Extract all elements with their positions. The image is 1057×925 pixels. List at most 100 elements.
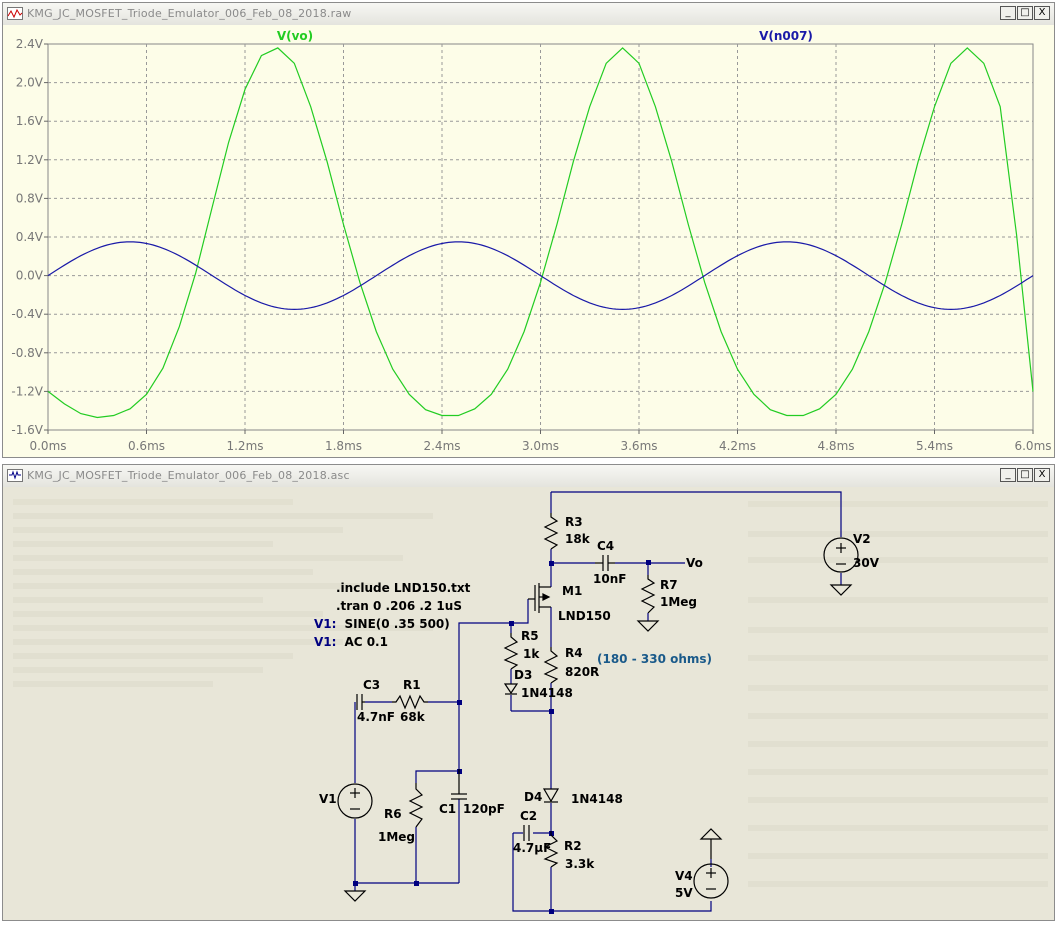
schematic-canvas[interactable]: R3 18k C4 10nF Vo R7 1Meg V2 30V M1 LND1… (3, 487, 1054, 920)
label-r1-ref: R1 (403, 678, 421, 692)
waveform-window-title: KMG_JC_MOSFET_Triode_Emulator_006_Feb_08… (27, 7, 352, 20)
label-c1-ref: C1 (439, 802, 456, 816)
directive-include[interactable]: .include LND150.txt (336, 581, 471, 595)
resistor-r5[interactable] (503, 633, 519, 670)
label-r5-ref: R5 (521, 629, 539, 643)
label-r3-value: 18k (565, 532, 591, 546)
minimize-button[interactable]: _ (1000, 6, 1016, 20)
comment-note[interactable]: (180 - 330 ohms) (597, 652, 712, 666)
x-tick-label: 5.4ms (916, 439, 953, 453)
schematic-drawing[interactable]: R3 18k C4 10nF Vo R7 1Meg V2 30V M1 LND1… (3, 487, 1054, 920)
x-tick-label: 1.8ms (325, 439, 362, 453)
x-tick-label: 6.0ms (1014, 439, 1051, 453)
net-label-vo: Vo (686, 556, 703, 570)
label-r6-ref: R6 (384, 807, 402, 821)
capacitor-c2[interactable] (523, 825, 530, 841)
restore-button[interactable]: □ (1017, 468, 1033, 482)
label-r4-value: 820R (565, 665, 599, 679)
y-tick-label: 1.6V (16, 114, 44, 128)
y-tick-label: -1.2V (11, 384, 43, 398)
label-c4-ref: C4 (597, 539, 614, 553)
legend-label-vo: V(vo) (277, 29, 313, 43)
label-v2-value: 30V (853, 556, 880, 570)
label-r3-ref: R3 (565, 515, 583, 529)
y-tick-label: -0.8V (11, 346, 43, 360)
source-spec-ac[interactable]: V1: AC 0.1 (314, 635, 388, 649)
label-v4-value: 5V (675, 886, 693, 900)
x-tick-label: 0.0ms (29, 439, 66, 453)
capacitor-c3[interactable] (356, 694, 365, 710)
minimize-button[interactable]: _ (1000, 468, 1016, 482)
schematic-window[interactable]: KMG_JC_MOSFET_Triode_Emulator_006_Feb_08… (2, 464, 1055, 921)
x-tick-label: 4.8ms (817, 439, 854, 453)
resistor-r3[interactable] (543, 513, 559, 550)
schematic-app-icon (7, 469, 23, 482)
y-tick-label: 1.2V (16, 153, 44, 167)
resistor-r1[interactable] (392, 694, 428, 710)
label-c1-value: 120pF (463, 802, 505, 816)
legend-label-n007: V(n007) (759, 29, 813, 43)
close-button[interactable]: X (1034, 468, 1050, 482)
waveform-plot[interactable]: 0.0ms 0.6ms 1.2ms 1.8ms 2.4ms 3.0ms 3.6ms 4.2ms… (3, 25, 1054, 457)
label-d4-ref: D4 (524, 790, 542, 804)
y-tick-label: 2.4V (16, 37, 44, 51)
label-c2-value: 4.7µF (513, 841, 551, 855)
waveform-window[interactable]: KMG_JC_MOSFET_Triode_Emulator_006_Feb_08… (2, 2, 1055, 458)
y-tick-label: 0.0V (16, 269, 44, 283)
mosfet-m1[interactable] (528, 583, 551, 613)
label-c3-ref: C3 (363, 678, 380, 692)
series-line-n007 (47, 241, 1034, 311)
label-d3-ref: D3 (514, 668, 532, 682)
waveform-app-icon (7, 7, 23, 20)
y-tick-label: -1.6V (11, 423, 43, 437)
x-tick-label: 2.4ms (423, 439, 460, 453)
label-r2-value: 3.3k (565, 857, 595, 871)
label-r1-value: 68k (400, 710, 426, 724)
label-v1-ref: V1 (319, 792, 337, 806)
label-m1-ref: M1 (562, 584, 582, 598)
y-tick-label: 0.8V (16, 191, 44, 205)
label-r5-value: 1k (523, 647, 540, 661)
label-r4-ref: R4 (565, 646, 583, 660)
schematic-titlebar[interactable]: KMG_JC_MOSFET_Triode_Emulator_006_Feb_08… (3, 465, 1054, 488)
label-c3-value: 4.7nF (357, 710, 395, 724)
resistor-r4[interactable] (543, 647, 559, 684)
restore-button[interactable]: □ (1017, 6, 1033, 20)
label-v2-ref: V2 (853, 532, 871, 546)
ground-symbol (343, 890, 367, 902)
y-tick-label: 2.0V (16, 76, 44, 90)
label-r6-value: 1Meg (378, 830, 415, 844)
label-d3-value: 1N4148 (521, 686, 573, 700)
label-c2-ref: C2 (520, 809, 537, 823)
label-v4-ref: V4 (675, 869, 693, 883)
diode-d4[interactable] (542, 788, 560, 803)
x-tick-label: 1.2ms (226, 439, 263, 453)
resistor-r7[interactable] (640, 575, 656, 614)
y-tick-label: -0.4V (11, 307, 43, 321)
resistor-r6[interactable] (408, 783, 424, 828)
supply-flag-icon (699, 828, 723, 859)
label-r7-ref: R7 (660, 578, 678, 592)
label-d4-value: 1N4148 (571, 792, 623, 806)
close-button[interactable]: X (1034, 6, 1050, 20)
ground-symbol (636, 620, 660, 632)
capacitor-c1[interactable] (451, 769, 467, 800)
voltage-source-v1[interactable] (337, 783, 373, 819)
directive-tran[interactable]: .tran 0 .206 .2 1uS (336, 599, 462, 613)
diode-d3[interactable] (503, 683, 519, 695)
label-m1-value: LND150 (558, 609, 611, 623)
x-tick-label: 3.0ms (522, 439, 559, 453)
y-tick-label: 0.4V (16, 230, 44, 244)
label-r2-ref: R2 (564, 839, 582, 853)
x-tick-label: 4.2ms (719, 439, 756, 453)
capacitor-c4[interactable] (595, 555, 615, 571)
source-spec-sine[interactable]: V1: SINE(0 .35 500) (314, 617, 450, 631)
waveform-plot-area[interactable]: 0.0ms 0.6ms 1.2ms 1.8ms 2.4ms 3.0ms 3.6ms 4.2ms… (3, 25, 1054, 457)
waveform-titlebar[interactable]: KMG_JC_MOSFET_Triode_Emulator_006_Feb_08… (3, 3, 1054, 26)
ground-symbol (829, 584, 853, 596)
x-tick-label: 3.6ms (620, 439, 657, 453)
label-r7-value: 1Meg (660, 595, 697, 609)
voltage-source-v4[interactable] (693, 863, 729, 899)
label-c4-value: 10nF (593, 572, 626, 586)
schematic-window-title: KMG_JC_MOSFET_Triode_Emulator_006_Feb_08… (27, 469, 350, 482)
